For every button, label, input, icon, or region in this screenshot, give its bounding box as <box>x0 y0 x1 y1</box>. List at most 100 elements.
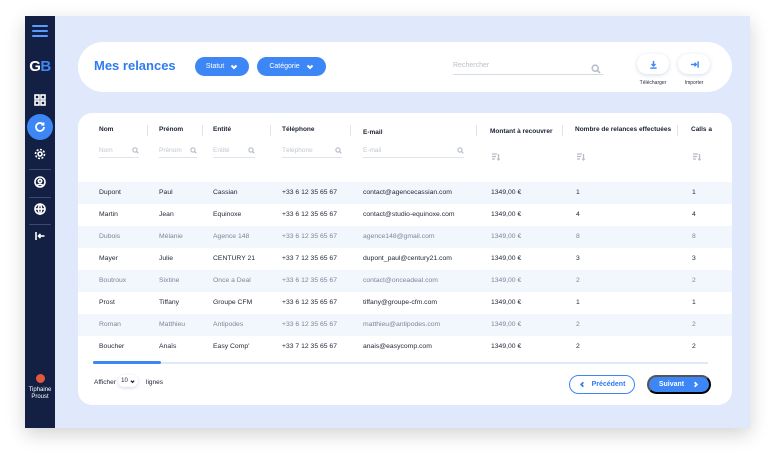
app-logo: GB <box>29 58 51 75</box>
cell-calls: 2 <box>692 277 696 284</box>
cell-calls: 1 <box>692 299 696 306</box>
user-profile[interactable]: Tiphaine Proust <box>25 374 55 401</box>
download-icon <box>649 60 657 69</box>
hamburger-menu-icon[interactable] <box>32 25 48 39</box>
column-header-prenom[interactable]: Prénom <box>159 126 183 133</box>
filter-input-telephone[interactable]: Téléphone <box>282 146 342 158</box>
previous-label: Précédent <box>591 381 626 388</box>
previous-page-button[interactable]: Précédent <box>569 375 635 394</box>
user-first-name: Tiphaine <box>28 387 52 393</box>
cell-relances: 4 <box>576 211 580 218</box>
column-header-relances[interactable]: Nombre de relances effectuées <box>575 126 671 133</box>
cell-montant: 1349,00 € <box>491 255 522 262</box>
cell-entite: Easy Comp' <box>213 343 250 350</box>
cell-prenom: Jean <box>159 211 174 218</box>
filter-input-prenom[interactable]: Prénom <box>159 146 197 158</box>
header-card: Mes relances Statut Catégorie Rechercher… <box>78 42 732 92</box>
lines-label: lignes <box>146 379 163 386</box>
filter-input-email[interactable]: E-mail <box>363 146 464 158</box>
sort-icon[interactable] <box>692 148 702 161</box>
horizontal-scrollbar[interactable] <box>93 362 708 364</box>
table-row[interactable]: Boucher Anaïs Easy Comp' +33 7 12 35 65 … <box>78 336 732 358</box>
cell-nom: Boucher <box>99 343 125 350</box>
cell-telephone: +33 6 12 35 65 67 <box>282 321 337 328</box>
next-page-button[interactable]: Suivant <box>647 375 711 394</box>
table-row[interactable]: Prost Tiffany Groupe CFM +33 6 12 35 65 … <box>78 292 732 314</box>
category-filter-button[interactable]: Catégorie <box>257 57 326 76</box>
table-row[interactable]: Dubois Mélanie Agence 148 +33 6 12 35 65… <box>78 226 732 248</box>
filter-placeholder: Entité <box>213 147 230 154</box>
filter-placeholder: Prénom <box>159 147 182 154</box>
cell-relances: 2 <box>576 343 580 350</box>
column-header-telephone[interactable]: Téléphone <box>282 126 315 133</box>
cell-relances: 8 <box>576 233 580 240</box>
cell-email: matthieu@antipodes.com <box>363 321 441 328</box>
column-header-entite[interactable]: Entité <box>213 126 231 133</box>
cell-email: tiffany@groupe-cfm.com <box>363 299 438 306</box>
download-button[interactable] <box>637 54 669 74</box>
column-header-nom[interactable]: Nom <box>99 126 113 133</box>
cell-entite: Once a Deal <box>213 277 251 284</box>
sidebar-relances-icon[interactable] <box>27 114 53 140</box>
chevron-down-icon <box>230 64 238 69</box>
sidebar-divider <box>29 169 51 170</box>
sidebar-dashboard-icon[interactable] <box>25 89 55 111</box>
sidebar-settings-icon[interactable] <box>25 143 55 165</box>
cell-relances: 2 <box>576 277 580 284</box>
cell-nom: Martin <box>99 211 118 218</box>
cell-nom: Mayer <box>99 255 118 262</box>
search-placeholder: Rechercher <box>453 62 490 69</box>
search-icon[interactable] <box>591 61 601 74</box>
page-title: Mes relances <box>94 58 176 73</box>
table-row[interactable]: Boutroux Sixtine Once a Deal +33 6 12 35… <box>78 270 732 292</box>
avatar <box>35 374 45 383</box>
cell-entite: Groupe CFM <box>213 299 253 306</box>
status-filter-button[interactable]: Statut <box>195 57 249 76</box>
chevron-left-icon <box>579 381 584 388</box>
search-icon <box>457 147 464 154</box>
cell-prenom: Sixtine <box>159 277 180 284</box>
show-label: Afficher <box>94 379 116 386</box>
sidebar-logout-icon[interactable] <box>25 225 55 247</box>
sort-icon[interactable] <box>576 148 586 161</box>
filter-input-nom[interactable]: Nom <box>99 146 139 158</box>
page-size-select[interactable]: 10 <box>118 375 138 387</box>
cell-calls: 4 <box>692 211 696 218</box>
sidebar-globe-icon[interactable] <box>25 198 55 220</box>
cell-prenom: Matthieu <box>159 321 186 328</box>
cell-prenom: Tiffany <box>159 299 180 306</box>
column-header-montant[interactable]: Montant à recouvrer <box>490 128 553 135</box>
table-row[interactable]: Mayer Julie CENTURY 21 +33 7 12 35 65 67… <box>78 248 732 270</box>
column-header-calls[interactable]: Calls a <box>691 126 712 133</box>
table-row[interactable]: Dupont Paul Cassian +33 6 12 35 65 67 co… <box>78 182 732 204</box>
filter-input-entite[interactable]: Entité <box>213 146 255 158</box>
filter-placeholder: Nom <box>99 147 113 154</box>
column-divider <box>677 125 678 136</box>
table-row[interactable]: Roman Matthieu Antipodes +33 6 12 35 65 … <box>78 314 732 336</box>
cell-entite: Equinoxe <box>213 211 242 218</box>
cell-email: anais@easycomp.com <box>363 343 432 350</box>
cell-entite: Antipodes <box>213 321 244 328</box>
cell-calls: 1 <box>692 189 696 196</box>
sort-icon[interactable] <box>491 148 501 161</box>
search-icon <box>335 147 342 154</box>
scrollbar-thumb[interactable] <box>93 361 161 364</box>
cell-email: dupont_paul@century21.com <box>363 255 452 262</box>
cell-montant: 1349,00 € <box>491 299 522 306</box>
cell-telephone: +33 7 12 35 65 67 <box>282 343 337 350</box>
import-button[interactable] <box>678 54 710 74</box>
cell-telephone: +33 6 12 35 65 67 <box>282 211 337 218</box>
cell-telephone: +33 7 12 35 65 67 <box>282 255 337 262</box>
column-divider <box>562 125 563 136</box>
user-last-name: Proust <box>31 394 49 400</box>
cell-montant: 1349,00 € <box>491 343 522 350</box>
table-row[interactable]: Martin Jean Equinoxe +33 6 12 35 65 67 c… <box>78 204 732 226</box>
column-header-email[interactable]: E-mail <box>363 129 383 136</box>
cell-nom: Boutroux <box>99 277 127 284</box>
cell-telephone: +33 6 12 35 65 67 <box>282 189 337 196</box>
sidebar-user-icon[interactable] <box>25 171 55 193</box>
import-label: Importer <box>684 80 704 86</box>
filter-placeholder: Téléphone <box>282 147 313 154</box>
cell-calls: 2 <box>692 343 696 350</box>
search-input[interactable]: Rechercher <box>453 59 603 75</box>
